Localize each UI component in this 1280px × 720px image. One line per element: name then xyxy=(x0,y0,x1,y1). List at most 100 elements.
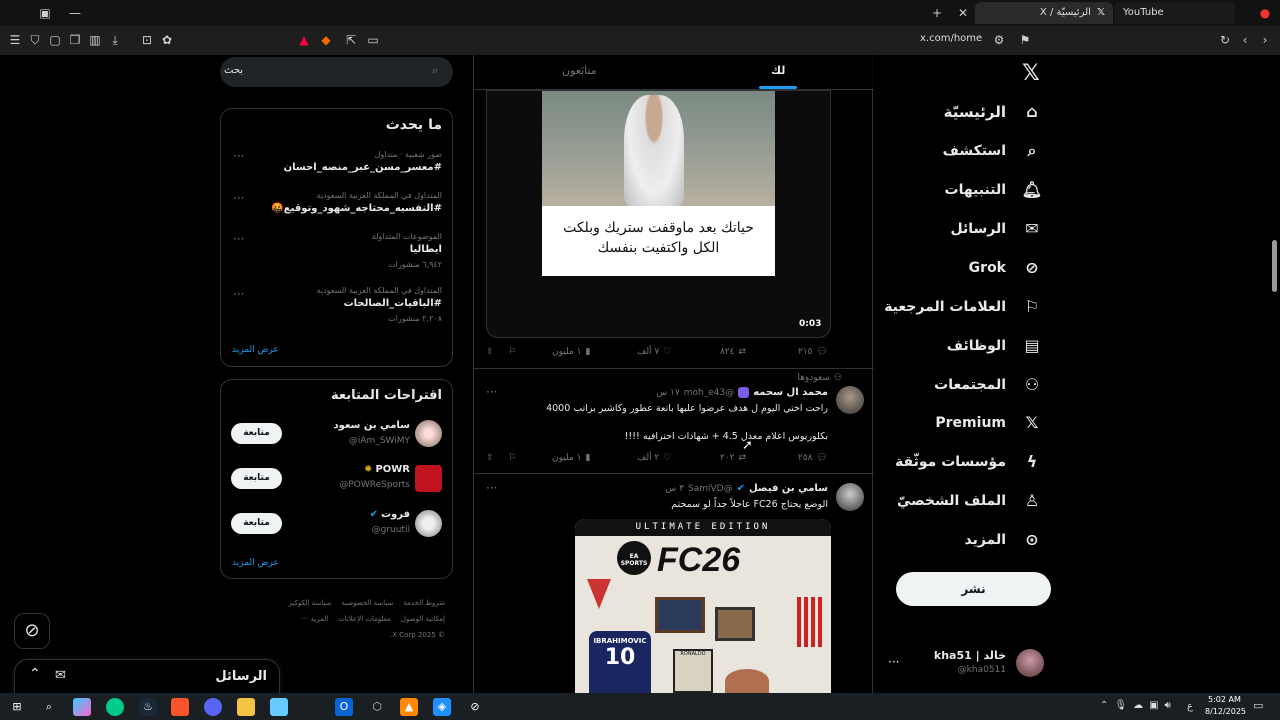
nav-profile[interactable]: ♙ الملف الشخصيّ xyxy=(897,484,1042,518)
close-tab-icon[interactable]: ✕ xyxy=(956,6,970,20)
new-message-icon[interactable]: ✉ xyxy=(55,668,66,683)
forward-icon[interactable]: › xyxy=(1258,33,1272,47)
share-icon[interactable]: ⇱ xyxy=(344,33,358,47)
menu-icon[interactable]: ☰ xyxy=(8,33,22,47)
repost-button[interactable]: ٨٢٤ ⇄ xyxy=(720,347,746,357)
clock-date[interactable]: 8/12/2025 xyxy=(1205,707,1246,716)
reload-icon[interactable]: ↻ xyxy=(1218,33,1232,47)
tabs-icon[interactable]: ❐ xyxy=(68,33,82,47)
back-icon[interactable]: ‹ xyxy=(1238,33,1252,47)
minimize-icon[interactable]: — xyxy=(68,6,82,20)
app-icon[interactable]: ◈ xyxy=(433,698,451,716)
nav-more[interactable]: ⊙ المزيد xyxy=(965,523,1043,557)
nav-messages[interactable]: ✉ الرسائل xyxy=(950,212,1042,246)
download-icon[interactable]: ⤓ xyxy=(108,33,122,47)
like-button[interactable]: ٧ ألف ♡ xyxy=(637,347,671,357)
follow-button[interactable]: متابعة xyxy=(231,423,282,444)
more-icon[interactable]: ··· xyxy=(233,287,244,301)
nav-jobs[interactable]: ▤ الوظائف xyxy=(947,329,1042,363)
footer-link[interactable]: سياسة الخصوصية xyxy=(341,595,393,611)
profile-icon[interactable]: ● xyxy=(1258,6,1272,20)
shield-icon[interactable]: ⛉ xyxy=(28,33,42,47)
avatar[interactable] xyxy=(836,483,864,511)
nav-verified-orgs[interactable]: ϟ مؤسسات موثّقة xyxy=(895,445,1042,479)
edge-icon[interactable] xyxy=(106,698,124,716)
share-button[interactable]: ⇪ xyxy=(486,453,494,463)
follow-button[interactable]: متابعة xyxy=(231,468,282,489)
window-icon[interactable]: ▣ xyxy=(38,6,52,20)
discord-icon[interactable] xyxy=(204,698,222,716)
author-handle[interactable]: @SamiVD xyxy=(688,484,733,494)
vlc-icon[interactable]: ▲ xyxy=(400,698,418,716)
store-icon[interactable] xyxy=(270,698,288,716)
more-icon[interactable]: ··· xyxy=(888,655,899,669)
new-tab-icon[interactable]: + xyxy=(930,6,944,20)
post-time[interactable]: ٣ س xyxy=(665,484,684,494)
brave-icon[interactable] xyxy=(171,698,189,716)
nav-notifications[interactable]: 🔔︎ التنبيهات xyxy=(945,173,1042,207)
tab-youtube[interactable]: YouTube xyxy=(1115,2,1235,24)
x-logo[interactable]: 𝕏 xyxy=(1022,61,1040,86)
bookmark-page-icon[interactable]: ⚑ xyxy=(1018,33,1032,47)
more-icon[interactable]: ··· xyxy=(233,191,244,205)
wallet-icon[interactable]: ▢ xyxy=(48,33,62,47)
more-icon[interactable]: ··· xyxy=(233,149,244,163)
more-icon[interactable]: ··· xyxy=(233,232,244,246)
post-time[interactable]: ١٧ س xyxy=(656,388,680,398)
footer-link[interactable]: معلومات الإعلانات xyxy=(338,611,391,627)
search-box[interactable]: ⌕ بحث xyxy=(220,57,453,87)
site-settings-icon[interactable]: ⚙ xyxy=(992,33,1006,47)
grok-float-button[interactable]: ⊘ xyxy=(14,613,50,649)
tab-for-you[interactable]: لك xyxy=(771,64,785,77)
nav-grok[interactable]: ⊘ Grok xyxy=(969,251,1042,285)
grok-icon[interactable]: ⊘ xyxy=(466,698,484,716)
steam-icon[interactable]: ♨ xyxy=(139,698,157,716)
clock-time[interactable]: 5:02 AM xyxy=(1208,695,1241,704)
footer-link[interactable]: سياسة الكوكيز xyxy=(289,595,332,611)
rewards-icon[interactable]: ▲ xyxy=(297,33,311,47)
brave-shields-icon[interactable]: ◆ xyxy=(319,33,333,47)
url-field[interactable]: x.com/home xyxy=(920,33,982,44)
nav-home[interactable]: ⌂ الرئيسيّة xyxy=(944,95,1042,129)
sidebar-icon[interactable]: ▥ xyxy=(88,33,102,47)
notification-icon[interactable]: ▭ xyxy=(1253,699,1263,712)
screenshot-icon[interactable]: ⊡ xyxy=(140,33,154,47)
video-player[interactable]: حياتك بعد ماوقفت ستريك وبلكت الكل واكتفي… xyxy=(486,90,831,338)
avatar[interactable] xyxy=(836,386,864,414)
nav-premium[interactable]: 𝕏 Premium xyxy=(935,406,1042,440)
author-handle[interactable]: @moh_e43 xyxy=(684,388,734,398)
views-button[interactable]: ١ مليون ▮ xyxy=(552,347,590,357)
footer-link[interactable]: إمكانية الوصول xyxy=(401,611,445,627)
reply-button[interactable]: ٢٥٨ 💬︎ xyxy=(798,453,828,463)
show-more-link[interactable]: عرض المزيد xyxy=(232,345,279,355)
more-button[interactable]: ··· xyxy=(486,385,497,399)
footer-link[interactable]: شروط الخدمة xyxy=(403,595,445,611)
reader-icon[interactable]: ▭ xyxy=(366,33,380,47)
author-name[interactable]: محمد ال سحمه xyxy=(753,387,828,398)
nav-communities[interactable]: ⚇ المجتمعات xyxy=(934,368,1042,402)
views-button[interactable]: ١ مليون ▮ xyxy=(552,453,590,463)
tray-icons[interactable]: ⌃🎙︎☁▣🔊︎ xyxy=(1100,700,1177,711)
reply-button[interactable]: ٢١٥ 💬︎ xyxy=(798,347,828,357)
account-switcher[interactable]: kha51 | خالد @kha0511 ··· xyxy=(888,645,1048,685)
bookmark-button[interactable]: ⚐ xyxy=(508,347,516,357)
folder-icon[interactable] xyxy=(237,698,255,716)
nav-explore[interactable]: ⌕ استكشف xyxy=(943,134,1042,168)
outlook-icon[interactable]: O xyxy=(335,698,353,716)
chevron-up-icon[interactable]: ⌃ xyxy=(29,666,41,682)
share-button[interactable]: ⇪ xyxy=(486,347,494,357)
bookmark-button[interactable]: ⚐ xyxy=(508,453,516,463)
show-more-link[interactable]: عرض المزيد xyxy=(232,558,279,568)
messages-drawer[interactable]: الرسائل ✉ ⌃ xyxy=(14,659,280,693)
post-button[interactable]: نشر xyxy=(896,572,1051,606)
extensions-icon[interactable]: ✿ xyxy=(160,33,174,47)
like-button[interactable]: ٢ ألف ♡ xyxy=(637,453,671,463)
copilot-icon[interactable] xyxy=(73,698,91,716)
start-icon[interactable]: ⊞ xyxy=(8,698,26,716)
author-name[interactable]: سامي بن فيصل xyxy=(749,483,828,494)
post-image[interactable]: ULTIMATE EDITION EA SPORTS FC26 IBRAHIMO… xyxy=(575,519,831,693)
nav-bookmarks[interactable]: ⚐ العلامات المرجعية xyxy=(884,290,1042,324)
footer-link[interactable]: المزيد ··· xyxy=(302,611,329,627)
follow-button[interactable]: متابعة xyxy=(231,513,282,534)
more-button[interactable]: ··· xyxy=(486,481,497,495)
